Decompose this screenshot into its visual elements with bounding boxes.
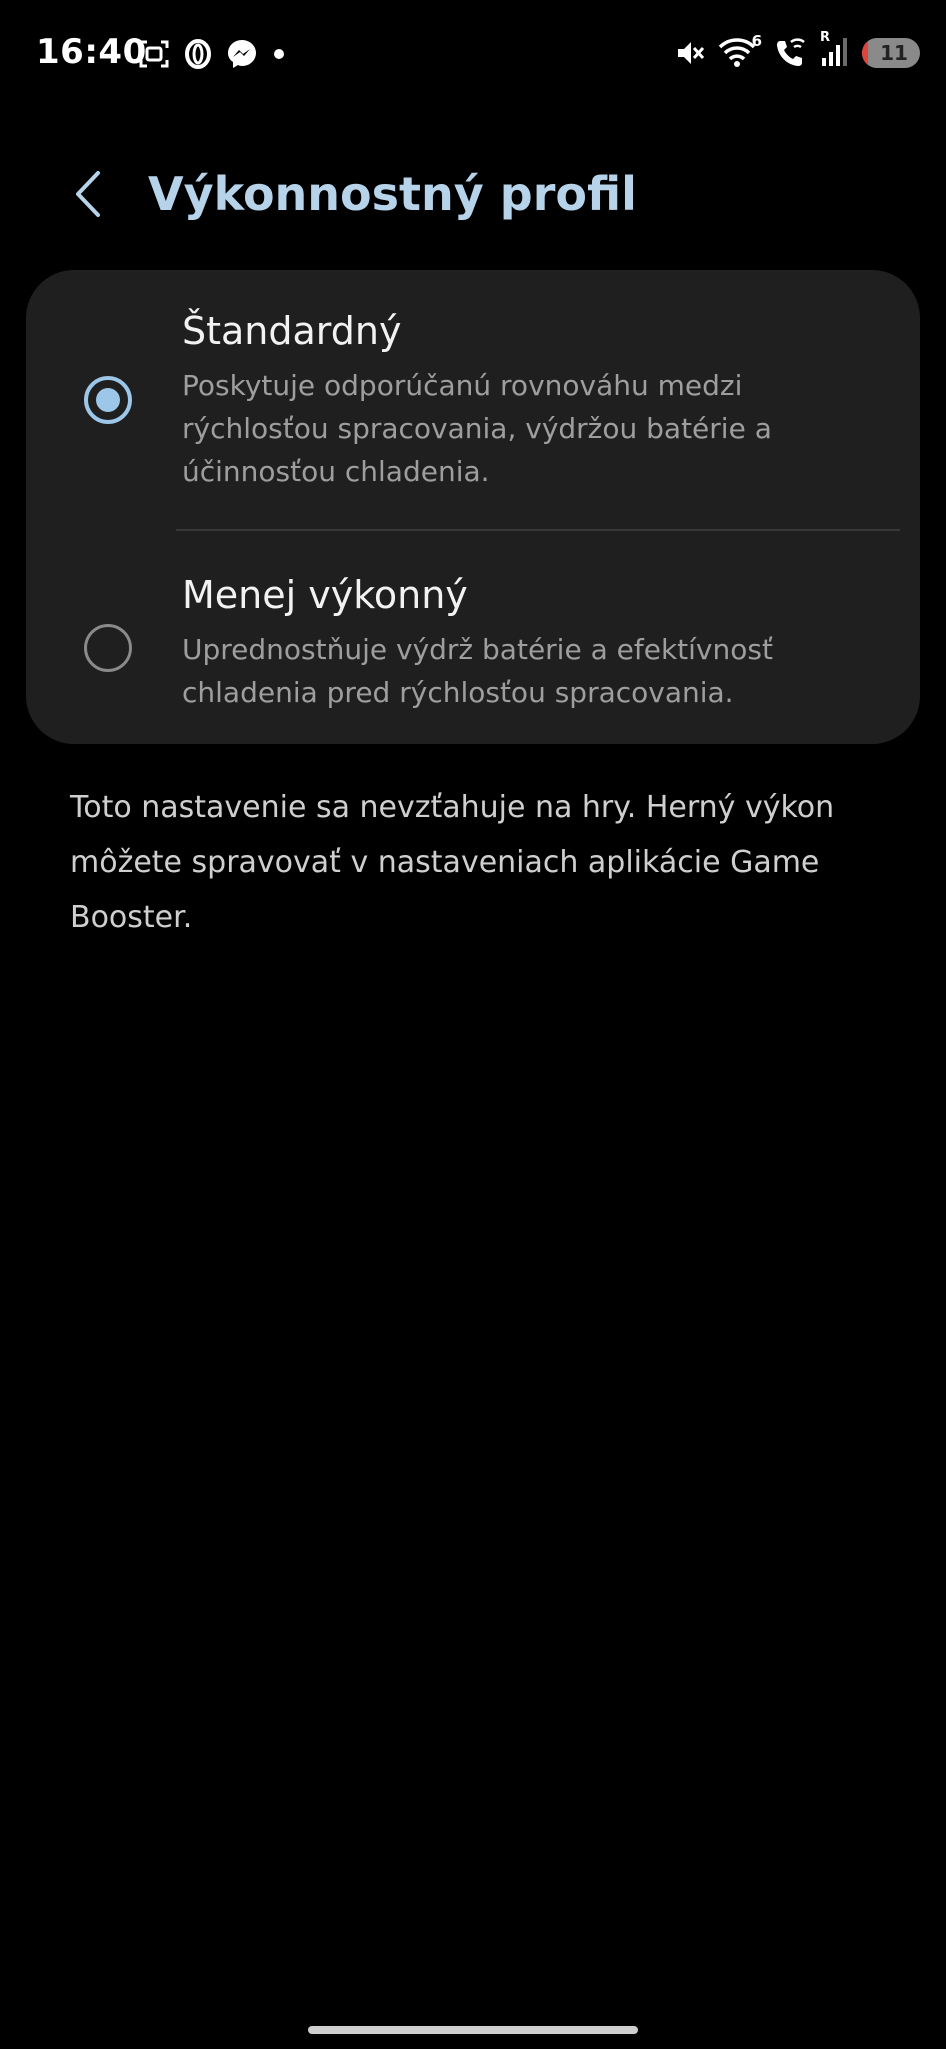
radio-unselected-icon[interactable] <box>84 624 132 672</box>
chevron-left-icon <box>76 171 100 217</box>
signal-badge: R <box>820 30 831 45</box>
opera-icon <box>185 39 211 69</box>
option-standard-text: Štandardný Poskytuje odporúčanú rovnováh… <box>182 306 872 493</box>
battery-indicator: 11 <box>862 38 920 68</box>
page-title: Výkonnostný profil <box>148 167 637 221</box>
status-time: 16:40 <box>36 32 147 72</box>
header: Výkonnostný profil <box>0 150 946 240</box>
option-low-performance[interactable]: Menej výkonný Uprednostňuje výdrž batéri… <box>26 530 920 744</box>
gesture-navigation-bar[interactable] <box>308 2026 638 2034</box>
back-button[interactable] <box>58 164 118 224</box>
option-title: Štandardný <box>182 309 402 353</box>
option-description: Poskytuje odporúčanú rovnováhu medzi rýc… <box>182 369 772 488</box>
wifi-icon <box>718 38 756 67</box>
option-standard[interactable]: Štandardný Poskytuje odporúčanú rovnováh… <box>26 270 920 530</box>
info-note: Toto nastavenie sa nevzťahuje na hry. He… <box>70 790 835 935</box>
wifi-calling-icon <box>777 38 805 66</box>
option-description: Uprednostňuje výdrž batérie a efektívnos… <box>182 633 773 709</box>
messenger-icon <box>228 40 256 68</box>
notification-dot-icon <box>274 49 284 59</box>
radio-dot <box>96 388 120 412</box>
mute-icon <box>678 42 705 64</box>
signal-group: R <box>820 30 850 70</box>
status-left-icons <box>138 38 286 70</box>
status-bar: 16:40 6 R 11 <box>0 0 946 110</box>
screenshot-icon <box>139 40 169 68</box>
wifi-group: 6 <box>718 32 762 70</box>
option-title: Menej výkonný <box>182 573 468 617</box>
wifi-badge: 6 <box>751 32 762 50</box>
radio-selected-icon[interactable] <box>84 376 132 424</box>
status-right-icons: 6 R 11 <box>674 30 920 70</box>
option-low-performance-text: Menej výkonný Uprednostňuje výdrž batéri… <box>182 570 872 714</box>
options-card: Štandardný Poskytuje odporúčanú rovnováh… <box>26 270 920 744</box>
battery-level: 11 <box>880 41 908 65</box>
